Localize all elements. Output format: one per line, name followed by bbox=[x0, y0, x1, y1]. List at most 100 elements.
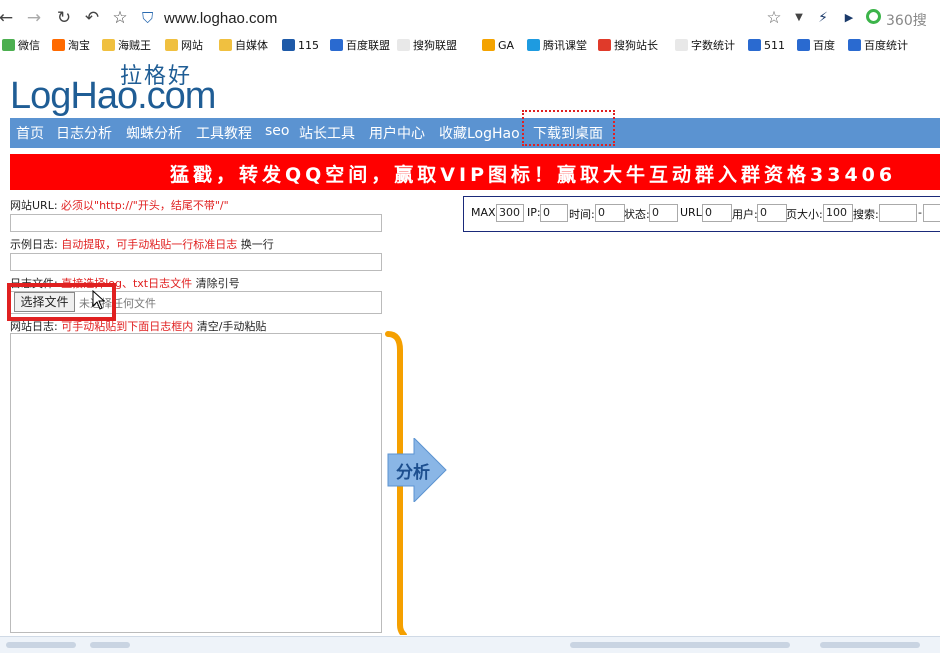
site-url-label: 网站URL: 必须以"http://"开头，结尾不带"/" bbox=[10, 197, 229, 213]
bookmark-favicon-icon bbox=[330, 39, 343, 51]
bookmark-item[interactable]: 海贼王 bbox=[102, 37, 151, 55]
url-input[interactable]: 0 bbox=[702, 204, 732, 222]
bookmark-favicon-icon bbox=[219, 39, 232, 51]
status-input[interactable]: 0 bbox=[649, 204, 678, 222]
bookmark-favicon-icon bbox=[52, 39, 65, 51]
bookmark-favicon-icon bbox=[482, 39, 495, 51]
status-blur-3 bbox=[570, 642, 790, 648]
bookmark-item[interactable]: 网站 bbox=[165, 37, 203, 55]
bookmark-item[interactable]: 字数统计 bbox=[675, 37, 735, 55]
bookmark-label: 511 bbox=[764, 39, 785, 52]
search-label: 搜索: bbox=[853, 208, 879, 221]
status-label: 状态: bbox=[624, 208, 650, 221]
search-input[interactable] bbox=[879, 204, 917, 222]
bookmark-favicon-icon bbox=[598, 39, 611, 51]
bookmark-favicon-icon bbox=[675, 39, 688, 51]
clear-paste-link[interactable]: 清空/手动粘贴 bbox=[197, 320, 267, 333]
nav-item[interactable]: seo bbox=[265, 123, 289, 139]
undo-icon[interactable]: ↶ bbox=[82, 8, 102, 28]
promo-banner[interactable]: 猛戳，转发QQ空间，赢取VIP图标！赢取大牛互动群入群资格33406 bbox=[10, 154, 940, 190]
browser-toolbar: ← → ↻ ↶ ☆ ⛉ www.loghao.com ☆ ▼ ⚡ ▶ 360搜 bbox=[0, 0, 940, 37]
bookmark-item[interactable]: 百度联盟 bbox=[330, 37, 390, 55]
bookmark-label: 搜狗站长 bbox=[614, 39, 658, 52]
page-size-label: 页大小: bbox=[786, 208, 823, 221]
search-dash: - bbox=[918, 206, 922, 219]
sample-log-input[interactable] bbox=[10, 253, 382, 271]
nav-item[interactable]: 用户中心 bbox=[369, 123, 425, 143]
site-url-input[interactable] bbox=[10, 214, 382, 232]
favorite-star-icon[interactable]: ☆ bbox=[764, 8, 784, 28]
user-label: 用户: bbox=[732, 208, 758, 221]
bookmark-item[interactable]: 搜狗联盟 bbox=[397, 37, 457, 55]
forward-icon[interactable]: → bbox=[24, 8, 44, 28]
bookmark-label: 搜狗联盟 bbox=[413, 39, 457, 52]
bookmark-item[interactable]: 511 bbox=[748, 37, 785, 55]
nav-item[interactable]: 日志分析 bbox=[56, 123, 112, 143]
bookmark-item[interactable]: 自媒体 bbox=[219, 37, 268, 55]
site-log-label-text: 网站日志: bbox=[10, 320, 58, 333]
back-icon[interactable]: ← bbox=[0, 8, 16, 28]
time-label: 时间: bbox=[569, 208, 595, 221]
bookmark-item[interactable]: 百度 bbox=[797, 37, 835, 55]
bookmark-label: 腾讯课堂 bbox=[543, 39, 587, 52]
sample-log-hint: 自动提取，可手动粘贴一行标准日志 bbox=[61, 238, 238, 251]
bookmark-label: 海贼王 bbox=[118, 39, 151, 52]
bookmark-item[interactable]: 腾讯课堂 bbox=[527, 37, 587, 55]
bookmark-label: 微信 bbox=[18, 39, 40, 52]
nav-item[interactable]: 下载到桌面 bbox=[533, 123, 603, 143]
clear-quotes-link[interactable]: 清除引号 bbox=[196, 277, 240, 290]
analyze-button[interactable]: 分析 bbox=[396, 458, 430, 483]
bookmark-label: 自媒体 bbox=[235, 39, 268, 52]
bookmark-favicon-icon bbox=[527, 39, 540, 51]
dropdown-icon[interactable]: ▼ bbox=[789, 8, 809, 28]
time-input[interactable]: 0 bbox=[595, 204, 625, 222]
max-input[interactable]: 300 bbox=[496, 204, 524, 222]
bookmark-item[interactable]: 淘宝 bbox=[52, 37, 90, 55]
page-size-input[interactable]: 100 bbox=[823, 204, 853, 222]
play-icon[interactable]: ▶ bbox=[839, 8, 859, 28]
bookmark-item[interactable]: GA bbox=[482, 37, 514, 55]
site-log-label: 网站日志: 可手动粘贴到下面日志框内 清空/手动粘贴 bbox=[10, 318, 266, 334]
bookmark-label: 百度联盟 bbox=[346, 39, 390, 52]
nav-item[interactable]: 蜘蛛分析 bbox=[126, 123, 182, 143]
shield-icon: ⛉ bbox=[142, 9, 154, 27]
bookmark-label: GA bbox=[498, 39, 515, 52]
address-bar[interactable]: ⛉ www.loghao.com bbox=[138, 8, 863, 30]
360-search-icon bbox=[866, 9, 881, 24]
next-line-link[interactable]: 换一行 bbox=[241, 238, 274, 251]
search-input-2[interactable] bbox=[923, 204, 940, 222]
bookmark-label: 百度 bbox=[813, 39, 835, 52]
bookmark-item[interactable]: 115 bbox=[282, 37, 319, 55]
main-nav: 首页 日志分析 蜘蛛分析 工具教程 seo 站长工具 用户中心 收藏LogHao 下载到桌面 bbox=[10, 110, 940, 148]
nav-item[interactable]: 站长工具 bbox=[299, 123, 355, 143]
bookmark-favicon-icon bbox=[397, 39, 410, 51]
stats-filter-bar: MAX: 300 IP: 0 时间: 0 状态: 0 URL: 0 用户: 0 … bbox=[463, 196, 940, 232]
search-engine-label[interactable]: 360搜 bbox=[886, 10, 927, 30]
ip-input[interactable]: 0 bbox=[540, 204, 568, 222]
bookmark-label: 百度统计 bbox=[864, 39, 908, 52]
browser-status-bar bbox=[0, 636, 940, 653]
ip-label: IP: bbox=[527, 206, 541, 219]
bookmark-label: 淘宝 bbox=[68, 39, 90, 52]
bookmark-item[interactable]: 搜狗站长 bbox=[598, 37, 658, 55]
banner-text: 猛戳，转发QQ空间，赢取VIP图标！赢取大牛互动群入群资格33406 bbox=[170, 164, 897, 186]
bookmark-favicon-icon bbox=[102, 39, 115, 51]
bookmark-label: 字数统计 bbox=[691, 39, 735, 52]
url-text[interactable]: www.loghao.com bbox=[164, 10, 277, 27]
lightning-icon[interactable]: ⚡ bbox=[813, 8, 833, 28]
site-logo[interactable]: 拉格好 LogHao.com bbox=[10, 58, 220, 116]
nav-item[interactable]: 收藏LogHao bbox=[439, 123, 520, 143]
bookmark-favicon-icon bbox=[2, 39, 15, 51]
bookmarks-bar: 微信 淘宝 海贼王 网站 自媒体 115 百度联盟 搜狗联盟 GA 腾讯课堂 搜狗站长 字数统计 511… bbox=[0, 36, 940, 56]
user-input[interactable]: 0 bbox=[757, 204, 787, 222]
bookmark-item[interactable]: 微信 bbox=[2, 37, 40, 55]
status-blur-4 bbox=[820, 642, 920, 648]
bookmark-star-icon[interactable]: ☆ bbox=[110, 8, 130, 28]
bookmark-item[interactable]: 百度统计 bbox=[848, 37, 908, 55]
site-log-textarea[interactable] bbox=[10, 333, 382, 633]
bookmark-favicon-icon bbox=[797, 39, 810, 51]
nav-item[interactable]: 首页 bbox=[16, 123, 44, 143]
nav-item[interactable]: 工具教程 bbox=[196, 123, 252, 143]
status-blur-2 bbox=[90, 642, 130, 648]
reload-icon[interactable]: ↻ bbox=[54, 8, 74, 28]
